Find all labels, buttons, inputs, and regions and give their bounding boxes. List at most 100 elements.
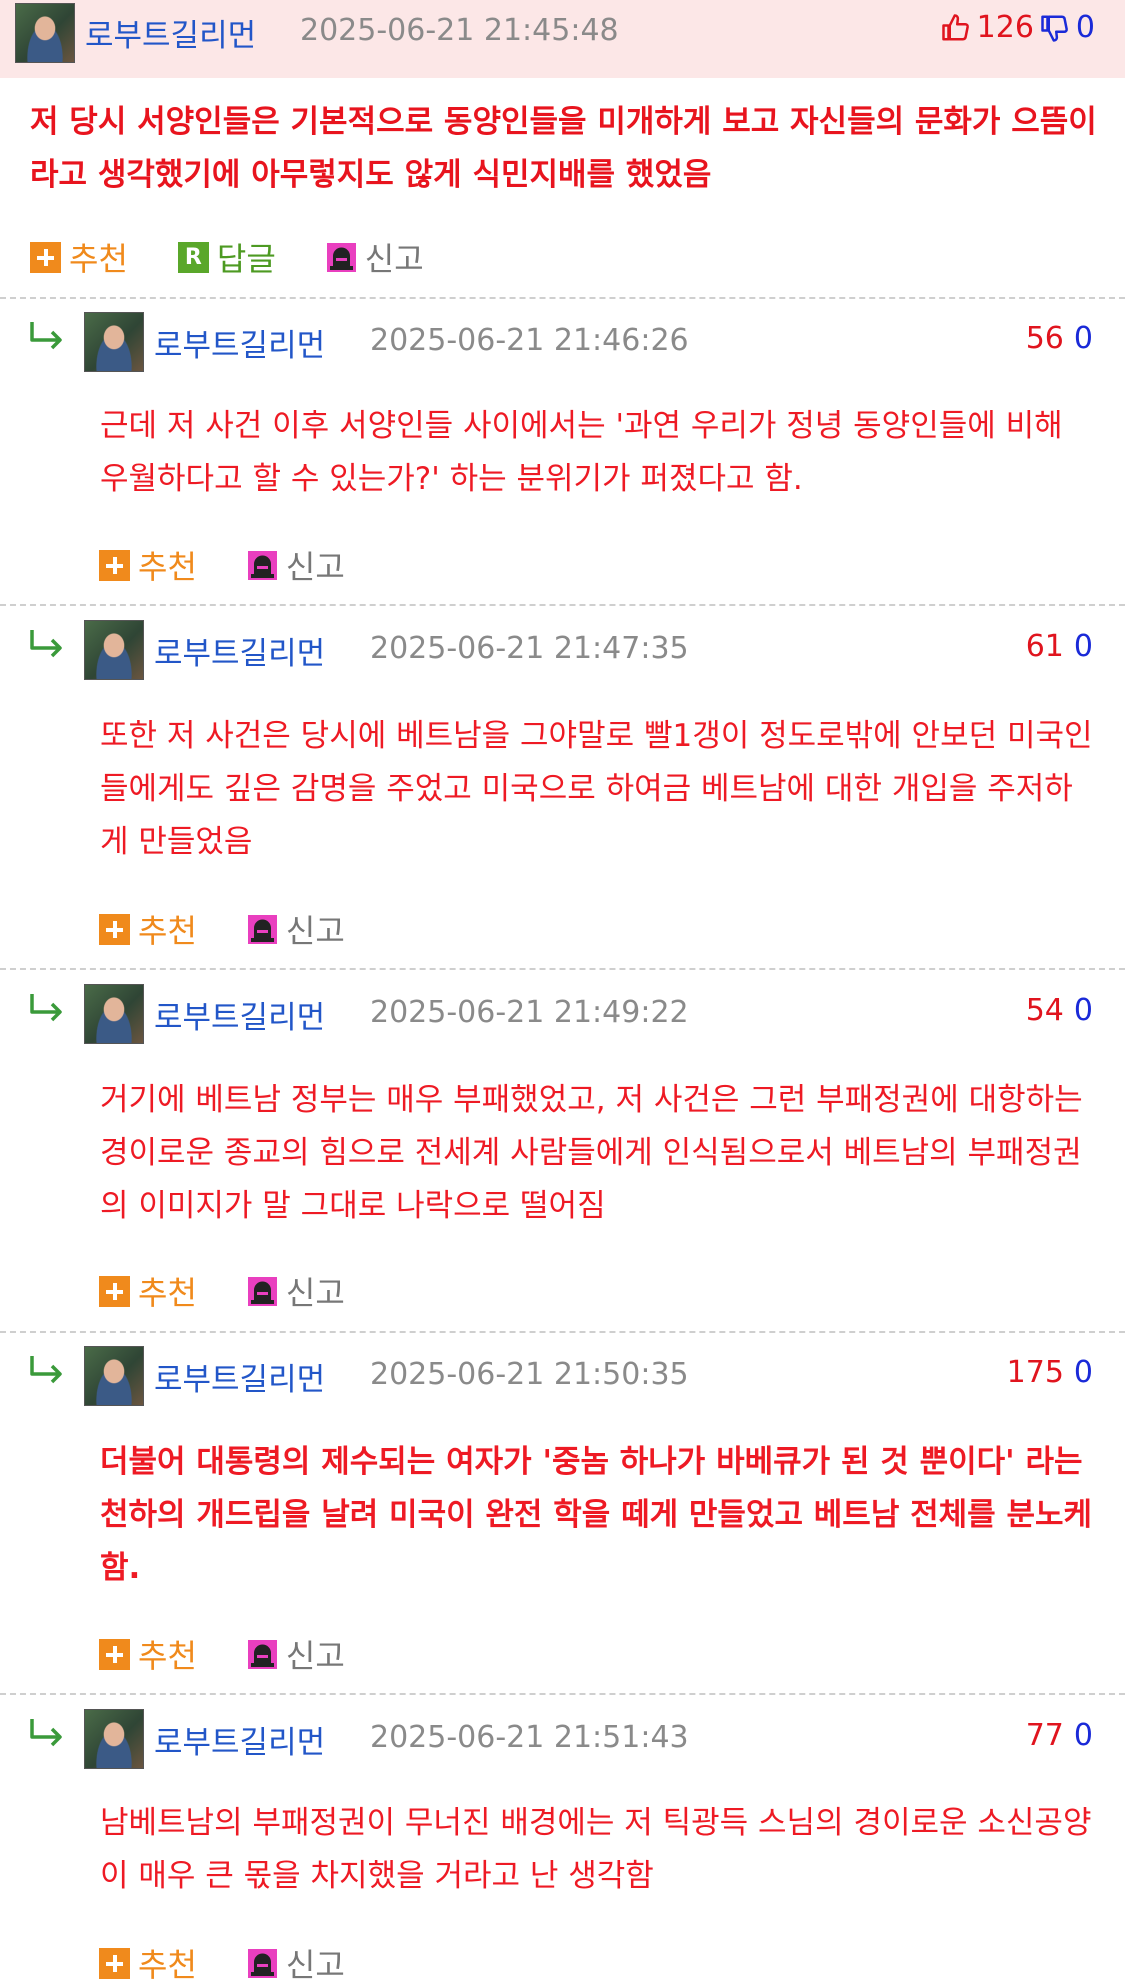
plus-icon bbox=[99, 1947, 130, 1979]
downvote-count: 0 bbox=[1075, 10, 1095, 45]
recommend-label: 추천 bbox=[138, 548, 197, 586]
username[interactable]: 로부트길리먼 bbox=[154, 628, 325, 673]
reply-actions: 추천 신고 bbox=[99, 1631, 395, 1677]
reply-arrow-icon bbox=[30, 630, 62, 658]
username[interactable]: 로부트길리먼 bbox=[85, 10, 256, 55]
vote-counts: 54 0 bbox=[1026, 993, 1093, 1028]
downvote-count[interactable]: 0 bbox=[1074, 629, 1093, 664]
username[interactable]: 로부트길리먼 bbox=[154, 1717, 325, 1762]
plus-icon bbox=[99, 1275, 130, 1307]
reply-actions: 추천 신고 bbox=[99, 1940, 395, 1986]
divider bbox=[0, 968, 1125, 970]
recommend-label: 추천 bbox=[138, 1637, 197, 1675]
reply-arrow-icon bbox=[30, 994, 62, 1022]
upvote-count[interactable]: 56 bbox=[1026, 321, 1064, 356]
report-button[interactable]: 신고 bbox=[326, 234, 424, 280]
siren-icon bbox=[247, 914, 277, 944]
reply-arrow-icon bbox=[30, 322, 62, 350]
thumbs-down-icon[interactable] bbox=[1040, 13, 1070, 43]
main-comment-text: 저 당시 서양인들은 기본적으로 동양인들을 미개하게 보고 자신들의 문화가 … bbox=[30, 104, 1097, 193]
reply-text: 더불어 대통령의 제수되는 여자가 '중놈 하나가 바베큐가 된 것 뿐이다' … bbox=[100, 1444, 1093, 1586]
report-button[interactable]: 신고 bbox=[247, 1940, 345, 1986]
comment-date: 2025-06-21 21:51:43 bbox=[370, 1720, 689, 1755]
report-label: 신고 bbox=[285, 1637, 345, 1675]
siren-icon bbox=[326, 242, 356, 272]
report-label: 신고 bbox=[285, 912, 345, 950]
comment-date: 2025-06-21 21:46:26 bbox=[370, 323, 689, 358]
vote-counts: 77 0 bbox=[1026, 1718, 1093, 1753]
main-comment-actions: 추천 R 답글 신고 bbox=[30, 234, 474, 280]
vote-counts: 126 0 bbox=[941, 10, 1095, 45]
report-button[interactable]: 신고 bbox=[247, 1631, 345, 1677]
divider bbox=[0, 604, 1125, 606]
username[interactable]: 로부트길리먼 bbox=[154, 1354, 325, 1399]
siren-icon bbox=[247, 1639, 277, 1669]
recommend-label: 추천 bbox=[138, 1946, 197, 1984]
upvote-count: 126 bbox=[976, 10, 1034, 45]
report-label: 신고 bbox=[285, 1274, 345, 1312]
reply-actions: 추천 신고 bbox=[99, 906, 395, 952]
siren-icon bbox=[247, 550, 277, 580]
recommend-button[interactable]: 추천 bbox=[30, 234, 128, 280]
report-label: 신고 bbox=[364, 240, 424, 278]
siren-icon bbox=[247, 1948, 277, 1978]
main-comment-header: 로부트길리먼 2025-06-21 21:45:48 126 0 bbox=[0, 0, 1125, 78]
upvote-count[interactable]: 61 bbox=[1026, 629, 1064, 664]
divider bbox=[0, 1693, 1125, 1695]
report-label: 신고 bbox=[285, 548, 345, 586]
recommend-label: 추천 bbox=[138, 912, 197, 950]
avatar[interactable] bbox=[84, 620, 144, 680]
downvote-count[interactable]: 0 bbox=[1074, 321, 1093, 356]
reply-text: 남베트남의 부패정권이 무너진 배경에는 저 틱광득 스님의 경이로운 소신공양… bbox=[100, 1805, 1092, 1894]
report-button[interactable]: 신고 bbox=[247, 1268, 345, 1314]
upvote-count[interactable]: 54 bbox=[1026, 993, 1064, 1028]
siren-icon bbox=[247, 1276, 277, 1306]
reply-actions: 추천 신고 bbox=[99, 1268, 395, 1314]
divider bbox=[0, 1331, 1125, 1333]
recommend-label: 추천 bbox=[69, 240, 128, 278]
comment-date: 2025-06-21 21:50:35 bbox=[370, 1357, 689, 1392]
username[interactable]: 로부트길리먼 bbox=[154, 992, 325, 1037]
plus-icon bbox=[99, 913, 130, 945]
avatar[interactable] bbox=[15, 3, 75, 63]
username[interactable]: 로부트길리먼 bbox=[154, 320, 325, 365]
comment-date: 2025-06-21 21:45:48 bbox=[300, 13, 619, 48]
reply-text: 거기에 베트남 정부는 매우 부패했었고, 저 사건은 그런 부패정권에 대항하… bbox=[100, 1082, 1083, 1224]
reply-label: 답글 bbox=[216, 240, 276, 278]
reply-text: 근데 저 사건 이후 서양인들 사이에서는 '과연 우리가 정녕 동양인들에 비… bbox=[100, 408, 1063, 497]
recommend-button[interactable]: 추천 bbox=[99, 906, 197, 952]
reply-arrow-icon bbox=[30, 1719, 62, 1747]
plus-icon bbox=[99, 1638, 130, 1670]
downvote-count[interactable]: 0 bbox=[1074, 1718, 1093, 1753]
comment-date: 2025-06-21 21:49:22 bbox=[370, 995, 689, 1030]
reply-text: 또한 저 사건은 당시에 베트남을 그야말로 빨1갱이 정도로밖에 안보던 미국… bbox=[100, 718, 1093, 860]
divider bbox=[0, 297, 1125, 299]
vote-counts: 175 0 bbox=[1007, 1355, 1093, 1390]
recommend-button[interactable]: 추천 bbox=[99, 542, 197, 588]
avatar[interactable] bbox=[84, 312, 144, 372]
plus-icon bbox=[30, 241, 61, 273]
vote-counts: 56 0 bbox=[1026, 321, 1093, 356]
avatar[interactable] bbox=[84, 1709, 144, 1769]
report-button[interactable]: 신고 bbox=[247, 906, 345, 952]
vote-counts: 61 0 bbox=[1026, 629, 1093, 664]
recommend-label: 추천 bbox=[138, 1274, 197, 1312]
avatar[interactable] bbox=[84, 1346, 144, 1406]
reply-actions: 추천 신고 bbox=[99, 542, 395, 588]
downvote-count[interactable]: 0 bbox=[1074, 1355, 1093, 1390]
recommend-button[interactable]: 추천 bbox=[99, 1631, 197, 1677]
plus-icon bbox=[99, 549, 130, 581]
upvote-count[interactable]: 77 bbox=[1026, 1718, 1064, 1753]
r-icon: R bbox=[177, 241, 209, 273]
recommend-button[interactable]: 추천 bbox=[99, 1268, 197, 1314]
recommend-button[interactable]: 추천 bbox=[99, 1940, 197, 1986]
thumbs-up-icon[interactable] bbox=[941, 13, 971, 43]
downvote-count[interactable]: 0 bbox=[1074, 993, 1093, 1028]
reply-button[interactable]: R 답글 bbox=[177, 234, 276, 280]
avatar[interactable] bbox=[84, 984, 144, 1044]
report-label: 신고 bbox=[285, 1946, 345, 1984]
reply-arrow-icon bbox=[30, 1356, 62, 1384]
report-button[interactable]: 신고 bbox=[247, 542, 345, 588]
comment-date: 2025-06-21 21:47:35 bbox=[370, 631, 689, 666]
upvote-count[interactable]: 175 bbox=[1007, 1355, 1064, 1390]
